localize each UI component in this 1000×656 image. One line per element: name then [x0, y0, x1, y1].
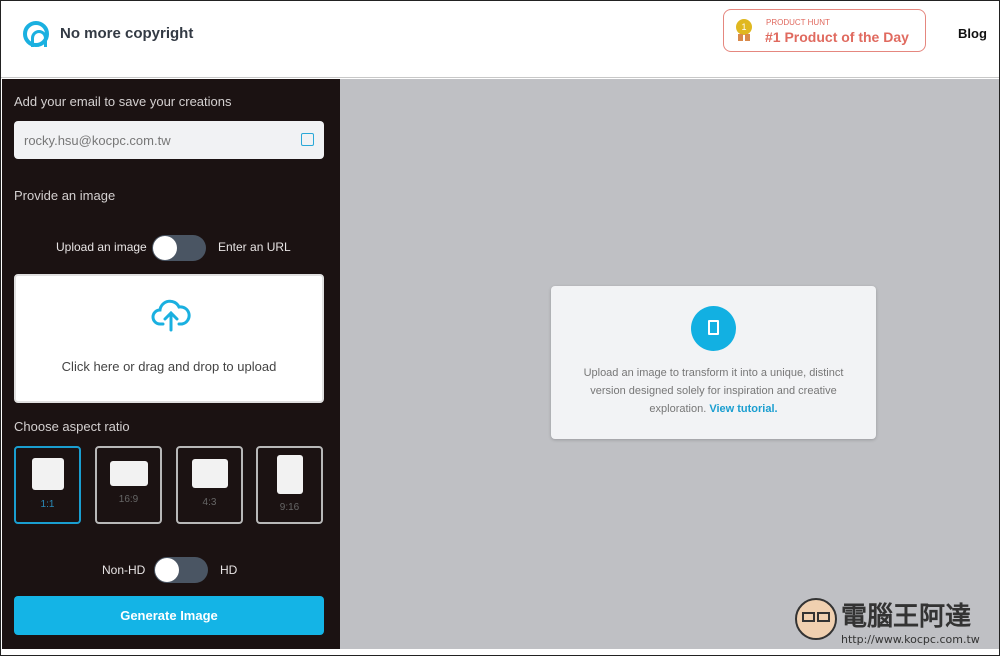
image-label: Provide an image — [14, 188, 116, 203]
aspect-label: Choose aspect ratio — [14, 419, 130, 434]
medal-icon: 1 — [736, 19, 752, 35]
svg-text:電腦王阿達: 電腦王阿達 — [841, 602, 971, 632]
header: No more copyright 1 PRODUCT HUNT #1 Prod… — [1, 1, 999, 78]
svg-text:http://www.kocpc.com.tw: http://www.kocpc.com.tw — [841, 633, 980, 646]
ratio-4-3[interactable]: 4:3 — [176, 446, 243, 524]
product-hunt-label: PRODUCT HUNT — [766, 18, 830, 27]
product-hunt-title: #1 Product of the Day — [765, 29, 909, 45]
hd-label: HD — [220, 563, 238, 577]
ratio-1-1[interactable]: 1:1 — [14, 446, 81, 524]
generate-image-button[interactable]: Generate Image — [14, 596, 324, 635]
upload-dropzone[interactable]: Click here or drag and drop to upload — [14, 274, 324, 403]
email-field[interactable]: rocky.hsu@kocpc.com.tw — [14, 121, 324, 159]
ratio-16-9[interactable]: 16:9 — [95, 446, 162, 524]
view-tutorial-link[interactable]: View tutorial. — [709, 403, 777, 415]
ratio-9-16[interactable]: 9:16 — [256, 446, 323, 524]
file-icon — [708, 320, 719, 335]
url-option-label: Enter an URL — [218, 240, 291, 254]
preview-area: Upload an image to transform it into a u… — [340, 79, 999, 649]
edit-icon[interactable] — [301, 133, 314, 146]
source-toggle[interactable] — [152, 235, 206, 261]
brand-name[interactable]: No more copyright — [60, 25, 193, 42]
email-label: Add your email to save your creations — [14, 94, 232, 109]
product-hunt-badge[interactable]: 1 PRODUCT HUNT #1 Product of the Day — [723, 9, 926, 52]
logo-icon[interactable] — [23, 21, 49, 47]
blog-link[interactable]: Blog — [958, 26, 987, 41]
file-icon-circle — [691, 306, 736, 351]
watermark-logo: 電腦王阿達 http://www.kocpc.com.tw — [795, 598, 980, 646]
sidebar: Add your email to save your creations ro… — [2, 79, 340, 649]
non-hd-label: Non-HD — [102, 563, 146, 577]
hd-toggle[interactable] — [154, 557, 208, 583]
cloud-upload-icon — [151, 299, 191, 332]
empty-state-card: Upload an image to transform it into a u… — [551, 286, 876, 439]
upload-option-label: Upload an image — [56, 240, 147, 254]
email-value: rocky.hsu@kocpc.com.tw — [24, 133, 171, 148]
upload-text: Click here or drag and drop to upload — [61, 359, 277, 374]
ribbon-icon — [738, 34, 750, 41]
